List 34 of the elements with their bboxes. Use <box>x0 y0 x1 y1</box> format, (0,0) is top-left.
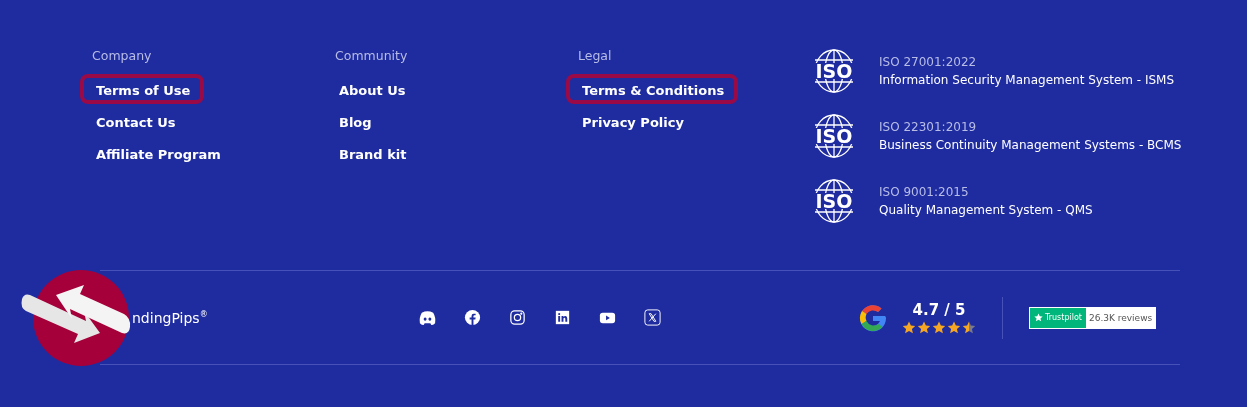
trustpilot-label: Trustpilot <box>1045 313 1082 322</box>
linkedin-icon[interactable] <box>553 308 572 327</box>
column-heading: Company <box>92 48 153 65</box>
certification-name: Quality Management System - QMS <box>879 203 1093 217</box>
star-icon <box>932 321 946 334</box>
footer-link[interactable]: Terms & Conditions <box>566 74 739 104</box>
certification-name: Information Security Management System - ISMS <box>879 73 1175 87</box>
certification-code: ISO 27001:2022 <box>879 55 978 69</box>
footer-link[interactable]: About Us <box>323 74 420 104</box>
certification-name: Business Continuity Management Systems - BCMS <box>879 138 1182 152</box>
discord-icon[interactable] <box>418 308 437 327</box>
footer-link[interactable]: Contact Us <box>80 106 190 136</box>
star-icon <box>917 321 931 334</box>
rating-score: 4.7 / 5 <box>911 301 967 319</box>
column-heading: Community <box>335 48 409 65</box>
google-logo <box>858 302 888 333</box>
footer-link[interactable]: Affiliate Program <box>80 138 235 168</box>
footer-link[interactable]: Terms of Use <box>80 74 205 104</box>
certification-code: ISO 9001:2015 <box>879 185 970 199</box>
instagram-icon[interactable] <box>508 308 527 327</box>
star-icon <box>1034 313 1043 322</box>
review-count: 26.3K reviews <box>1085 307 1156 328</box>
star-icon <box>902 321 916 334</box>
x-icon[interactable] <box>643 308 662 327</box>
star-icon <box>947 321 961 334</box>
footer-link[interactable]: Brand kit <box>323 138 421 168</box>
footer-link[interactable]: Blog <box>323 106 386 136</box>
trustpilot-badge[interactable]: Trustpilot 26.3K reviews <box>1029 306 1157 329</box>
brand-name: ndingPips$^{®}$ <box>132 309 208 326</box>
facebook-icon[interactable] <box>463 308 482 327</box>
footer-link[interactable]: Privacy Policy <box>566 106 698 136</box>
certification-code: ISO 22301:2019 <box>879 120 978 134</box>
star-icon <box>962 321 976 334</box>
column-heading: Legal <box>578 48 613 65</box>
